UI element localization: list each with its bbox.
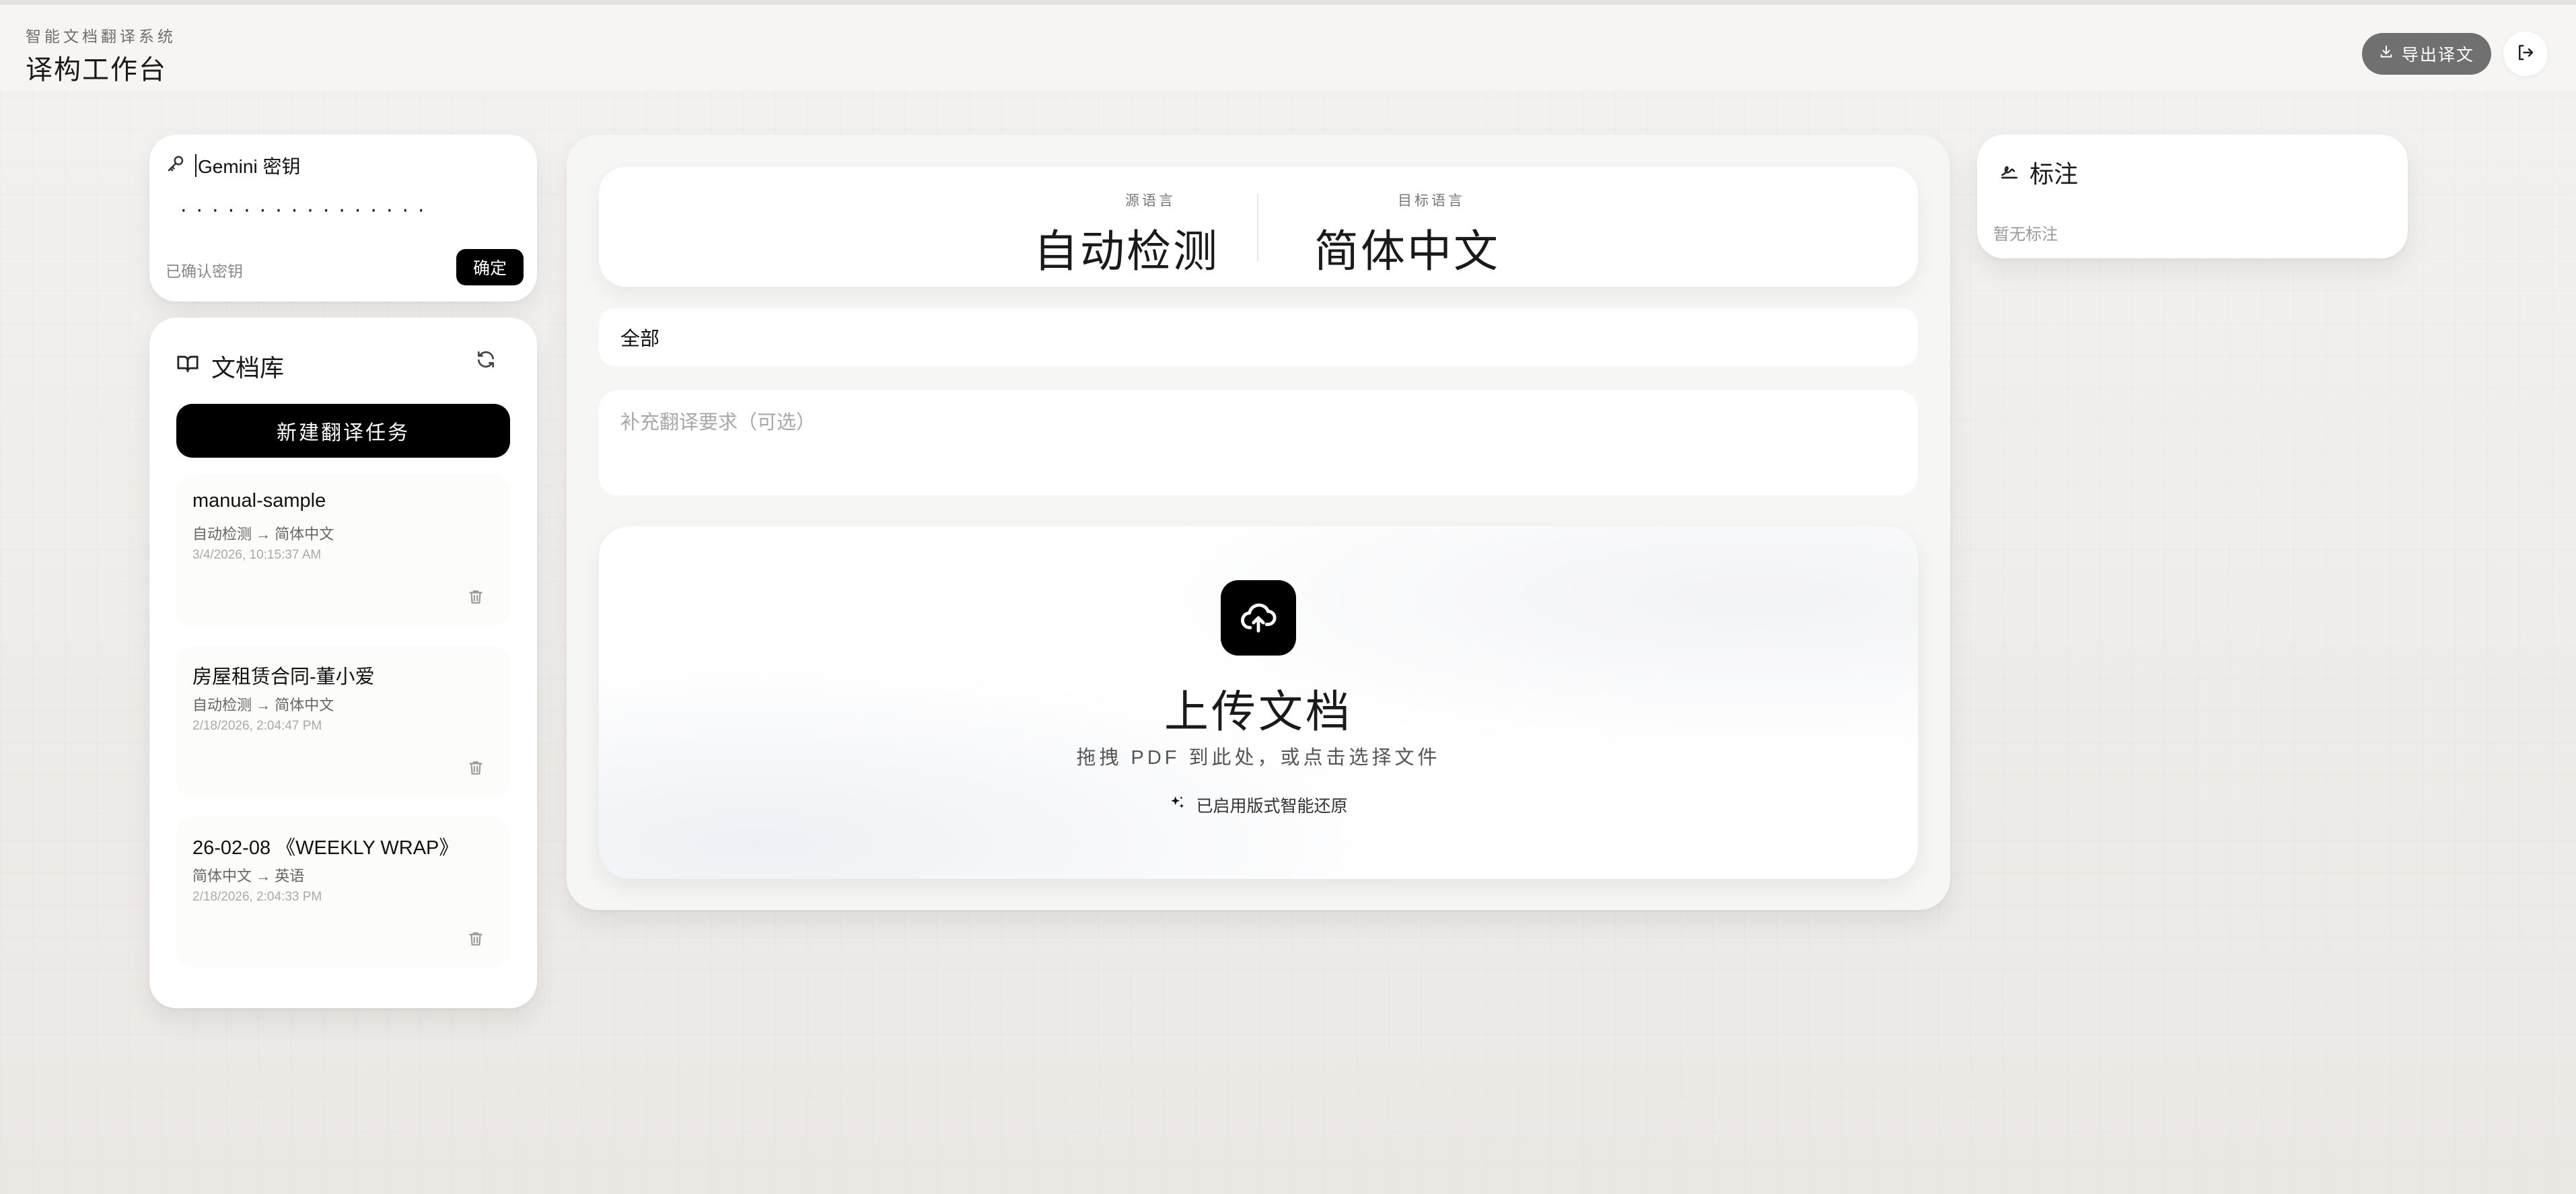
language-selector-bar: 源语言 自动检测 目标语言 简体中文	[599, 167, 1918, 287]
signature-icon	[1999, 158, 2020, 186]
library-header: 文档库	[176, 349, 284, 384]
api-key-header: Gemini 密钥	[166, 152, 300, 179]
translation-requirements-input[interactable]: 补充翻译要求（可选）	[599, 390, 1918, 495]
book-icon	[176, 352, 199, 381]
trash-icon	[467, 932, 485, 950]
text-cursor	[195, 154, 196, 177]
api-key-label: Gemini 密钥	[198, 156, 301, 177]
language-divider	[1257, 194, 1258, 261]
layout-restore-indicator: 已启用版式智能还原	[599, 793, 1918, 817]
upload-hint: 拖拽 PDF 到此处，或点击选择文件	[1076, 747, 1441, 769]
layout-restore-text: 已启用版式智能还原	[1196, 797, 1348, 816]
target-language-caption: 目标语言	[1398, 193, 1465, 209]
api-key-card: Gemini 密钥 ················ 已确认密钥 确定	[149, 135, 537, 302]
app-header: 智能文档翻译系统 译构工作台 导出译文	[0, 5, 2576, 91]
trash-icon	[467, 590, 485, 608]
key-icon	[166, 153, 186, 178]
annotations-header: 标注	[1999, 155, 2078, 190]
api-key-status: 已确认密钥	[166, 262, 243, 280]
app-subtitle: 智能文档翻译系统	[26, 28, 176, 45]
document-item[interactable]: manual-sample 自动检测 → 简体中文 3/4/2026, 10:1…	[176, 475, 510, 626]
document-title: 26-02-08 《WEEKLY WRAP》	[192, 837, 459, 859]
delete-document-button[interactable]	[467, 588, 485, 609]
target-language-select[interactable]: 简体中文	[1314, 215, 1500, 280]
annotations-empty-text: 暂无标注	[1993, 225, 2058, 244]
annotations-title: 标注	[2030, 160, 2079, 188]
export-label: 导出译文	[2401, 46, 2474, 65]
refresh-button[interactable]	[475, 349, 497, 374]
download-icon	[2379, 44, 2394, 64]
api-key-input[interactable]: ················	[180, 191, 517, 230]
export-translation-button[interactable]: 导出译文	[2362, 33, 2491, 75]
upload-dropzone[interactable]: 上传文档 拖拽 PDF 到此处，或点击选择文件 已启用版式智能还原	[599, 526, 1918, 879]
delete-document-button[interactable]	[467, 759, 485, 780]
source-language-select[interactable]: 自动检测	[1034, 215, 1219, 280]
document-title: 房屋租赁合同-董小爱	[192, 666, 375, 688]
logout-button[interactable]	[2503, 32, 2548, 76]
source-language-caption: 源语言	[1125, 193, 1176, 209]
trash-icon	[467, 761, 485, 779]
document-languages: 自动检测 → 简体中文	[192, 697, 334, 713]
page-scope-select[interactable]: 全部	[599, 308, 1918, 366]
document-item[interactable]: 26-02-08 《WEEKLY WRAP》 简体中文 → 英语 2/18/20…	[176, 817, 510, 968]
delete-document-button[interactable]	[467, 930, 485, 951]
sparkle-icon	[1169, 794, 1186, 816]
logout-icon	[2515, 42, 2536, 66]
top-border	[0, 0, 2576, 5]
cloud-upload-icon	[1221, 580, 1296, 656]
annotations-card: 标注 暂无标注	[1977, 135, 2408, 258]
document-languages: 简体中文 → 英语	[192, 868, 305, 884]
new-translation-task-button[interactable]: 新建翻译任务	[176, 404, 510, 458]
refresh-icon	[475, 351, 497, 373]
translation-panel: 源语言 自动检测 目标语言 简体中文 全部 补充翻译要求（可选） 上传文档 拖拽…	[567, 135, 1950, 910]
app-title: 译构工作台	[26, 55, 167, 85]
document-title: manual-sample	[192, 490, 326, 512]
document-library-card: 文档库 新建翻译任务 manual-sample 自动检测 → 简体中文 3/4…	[149, 318, 537, 1008]
upload-title: 上传文档	[1164, 687, 1353, 736]
document-languages: 自动检测 → 简体中文	[192, 526, 334, 542]
document-timestamp: 3/4/2026, 10:15:37 AM	[192, 548, 322, 562]
library-title: 文档库	[211, 354, 285, 382]
document-timestamp: 2/18/2026, 2:04:33 PM	[192, 890, 322, 904]
confirm-key-button[interactable]: 确定	[456, 249, 524, 285]
document-timestamp: 2/18/2026, 2:04:47 PM	[192, 719, 322, 733]
document-item[interactable]: 房屋租赁合同-董小爱 自动检测 → 简体中文 2/18/2026, 2:04:4…	[176, 646, 510, 797]
